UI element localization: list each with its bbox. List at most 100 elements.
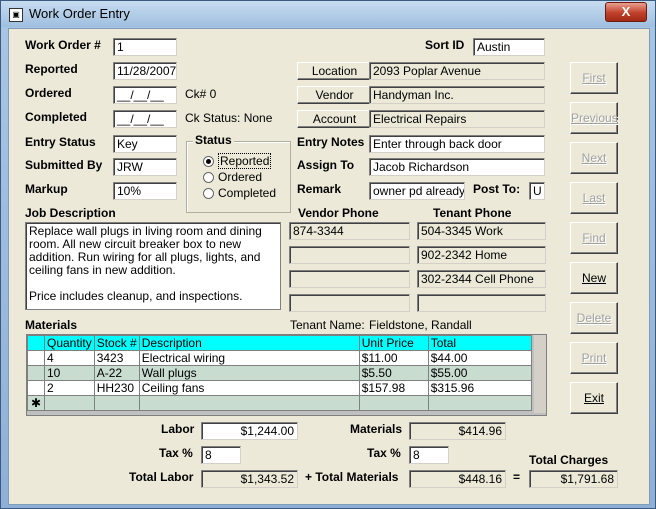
entry-status-field[interactable]: Key [113, 135, 177, 153]
cell-unit-price[interactable]: $157.98 [358, 380, 429, 396]
exit-button[interactable]: Exit [570, 382, 618, 414]
status-radio-completed[interactable]: Completed [203, 186, 276, 200]
status-group-title: Status [193, 133, 234, 147]
cell-quantity[interactable] [44, 395, 95, 411]
total-labor-field[interactable]: $1,343.52 [201, 470, 298, 488]
post-to-field[interactable]: U [529, 182, 545, 200]
remark-label: Remark [297, 182, 342, 196]
total-labor-label: Total Labor [129, 470, 194, 484]
table-row[interactable]: 10 A-22 Wall plugs $5.50 $55.00 [27, 365, 532, 381]
cell-total[interactable]: $44.00 [427, 350, 532, 366]
job-description-field[interactable]: Replace wall plugs in living room and di… [25, 222, 281, 310]
cell-unit-price[interactable]: $5.50 [358, 365, 429, 381]
cell-description[interactable] [138, 395, 360, 411]
cell-quantity[interactable]: 4 [44, 350, 95, 366]
vendor-phone-4[interactable] [289, 294, 410, 312]
cell-quantity[interactable]: 2 [44, 380, 95, 396]
cell-description[interactable]: Ceiling fans [138, 380, 360, 396]
materials-tax-field[interactable]: 8 [409, 446, 449, 464]
new-button[interactable]: New [570, 262, 618, 294]
completed-date-field[interactable]: __/__/__ [113, 110, 177, 128]
check-status: Ck Status: None [185, 111, 273, 125]
materials-total-label: Materials [350, 422, 403, 436]
tenant-phone-1[interactable]: 504-3345 Work [417, 222, 546, 240]
entry-status-label: Entry Status [25, 135, 96, 149]
next-button[interactable]: Next [570, 142, 618, 174]
column-header-stock[interactable]: Stock # [93, 335, 140, 351]
last-button[interactable]: Last [570, 182, 618, 214]
remark-field[interactable]: owner pd already [369, 182, 465, 200]
account-button[interactable]: Account [297, 110, 372, 128]
column-header-quantity[interactable]: Quantity [44, 335, 95, 351]
cell-quantity[interactable]: 10 [44, 365, 95, 381]
cell-unit-price[interactable]: $11.00 [358, 350, 429, 366]
cell-stock[interactable] [93, 395, 140, 411]
location-field[interactable]: 2093 Poplar Avenue [369, 62, 545, 80]
row-selector[interactable] [27, 380, 45, 396]
labor-tax-field[interactable]: 8 [201, 446, 241, 464]
assign-to-label: Assign To [297, 158, 355, 172]
completed-label: Completed [25, 110, 88, 124]
window-title: Work Order Entry [29, 6, 130, 21]
submitted-by-field[interactable]: JRW [113, 158, 177, 176]
cell-description[interactable]: Electrical wiring [138, 350, 360, 366]
previous-button[interactable]: Previous [570, 102, 618, 134]
vendor-field[interactable]: Handyman Inc. [369, 86, 545, 104]
column-header-unit-price[interactable]: Unit Price [358, 335, 429, 351]
form-body: Work Order # 1 Reported 11/28/2007 Order… [8, 28, 650, 505]
vendor-phone-3[interactable] [289, 270, 410, 288]
table-row[interactable]: 4 3423 Electrical wiring $11.00 $44.00 [27, 350, 532, 366]
find-button[interactable]: Find [570, 222, 618, 254]
new-record-row[interactable]: ✱ [27, 395, 532, 411]
entry-notes-field[interactable]: Enter through back door [369, 135, 545, 153]
radio-selected-icon [203, 156, 214, 168]
new-row-icon[interactable]: ✱ [27, 395, 45, 411]
total-materials-field[interactable]: $448.16 [409, 470, 506, 488]
materials-grid[interactable]: Quantity Stock # Description Unit Price … [26, 334, 547, 416]
location-button[interactable]: Location [297, 62, 372, 80]
radio-icon [203, 188, 214, 200]
vendor-phone-1[interactable]: 874-3344 [289, 222, 410, 240]
tenant-phone-label: Tenant Phone [433, 206, 512, 220]
column-header-total[interactable]: Total [427, 335, 532, 351]
markup-label: Markup [25, 182, 68, 196]
account-field[interactable]: Electrical Repairs [369, 110, 545, 128]
delete-button[interactable]: Delete [570, 302, 618, 334]
ordered-label: Ordered [25, 86, 72, 100]
status-radio-reported[interactable]: Reported [203, 153, 272, 169]
markup-field[interactable]: 10% [113, 182, 177, 200]
table-row[interactable]: 2 HH230 Ceiling fans $157.98 $315.96 [27, 380, 532, 396]
materials-total-field[interactable]: $414.96 [409, 422, 506, 440]
grid-scrollbar[interactable] [534, 335, 546, 413]
reported-date-field[interactable]: 11/28/2007 [113, 62, 177, 80]
column-header-description[interactable]: Description [138, 335, 360, 351]
work-order-field[interactable]: 1 [113, 38, 177, 56]
cell-description[interactable]: Wall plugs [138, 365, 360, 381]
status-radio-ordered[interactable]: Ordered [203, 170, 262, 184]
row-selector[interactable] [27, 365, 45, 381]
entry-notes-label: Entry Notes [297, 135, 365, 149]
assign-to-field[interactable]: Jacob Richardson [369, 158, 545, 176]
vendor-button[interactable]: Vendor [297, 86, 372, 104]
tenant-phone-3[interactable]: 302-2344 Cell Phone [417, 270, 546, 288]
total-charges-field[interactable]: $1,791.68 [529, 470, 618, 488]
cell-total[interactable]: $55.00 [427, 365, 532, 381]
ordered-date-field[interactable]: __/__/__ [113, 86, 177, 104]
cell-total[interactable] [427, 395, 532, 411]
tenant-phone-4[interactable] [417, 294, 546, 312]
first-button[interactable]: First [570, 62, 618, 94]
cell-unit-price[interactable] [358, 395, 429, 411]
vendor-phone-2[interactable] [289, 246, 410, 264]
print-button[interactable]: Print [570, 342, 618, 374]
app-icon: ▣ [9, 8, 23, 22]
tenant-phone-2[interactable]: 902-2342 Home [417, 246, 546, 264]
sort-id-field[interactable]: Austin [473, 38, 545, 56]
cell-stock[interactable]: HH230 [93, 380, 140, 396]
labor-tax-label: Tax % [159, 446, 193, 460]
labor-field[interactable]: $1,244.00 [201, 422, 298, 440]
cell-total[interactable]: $315.96 [427, 380, 532, 396]
row-selector[interactable] [27, 350, 45, 366]
cell-stock[interactable]: A-22 [93, 365, 140, 381]
close-button[interactable]: X [605, 2, 647, 22]
cell-stock[interactable]: 3423 [93, 350, 140, 366]
